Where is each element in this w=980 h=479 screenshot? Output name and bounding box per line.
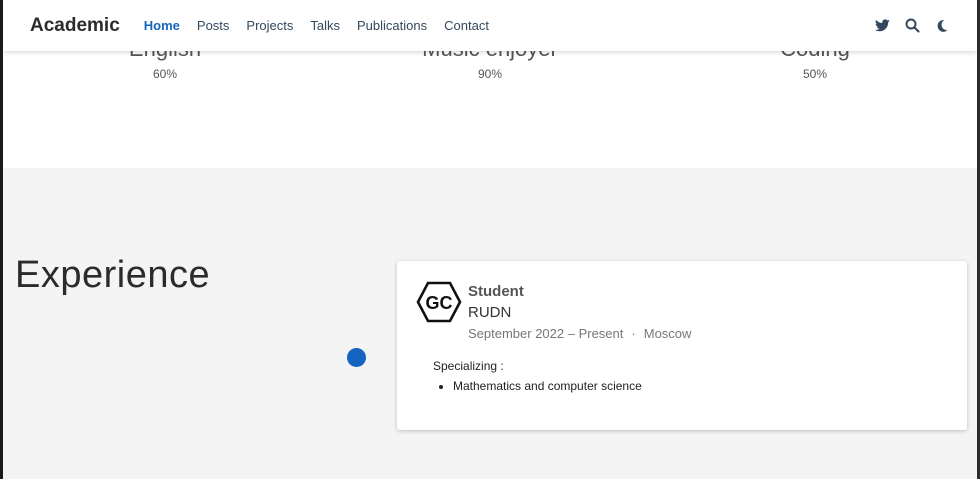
organization-logo: GC [416, 281, 462, 323]
description-item: Mathematics and computer science [453, 379, 642, 393]
logo-text: GC [426, 293, 453, 313]
skills-section: English 60% Music enjoyer 90% Coding 50% [3, 36, 977, 168]
nav-links: Home Posts Projects Talks Publications C… [144, 18, 506, 33]
nav-icons [860, 18, 950, 34]
job-meta: September 2022 – Present · Moscow [468, 326, 691, 341]
description-list: Mathematics and computer science [453, 379, 642, 393]
job-location: Moscow [643, 326, 692, 341]
experience-section: Experience GC Student RUDN September 202… [3, 168, 977, 479]
search-icon[interactable] [904, 18, 920, 34]
organization-name: RUDN [468, 304, 512, 321]
timeline-dot [347, 348, 366, 367]
job-dates: September 2022 – Present [468, 326, 624, 341]
section-title: Experience [15, 254, 211, 296]
skill-percent: 50% [802, 67, 828, 81]
nav-link-posts[interactable]: Posts [197, 18, 230, 33]
moon-icon[interactable] [934, 18, 950, 34]
nav-link-publications[interactable]: Publications [357, 18, 427, 33]
experience-card: GC Student RUDN September 2022 – Present… [397, 261, 967, 430]
top-navbar: Academic Home Posts Projects Talks Publi… [3, 0, 977, 51]
job-title: Student [468, 283, 524, 300]
nav-link-contact[interactable]: Contact [444, 18, 489, 33]
site-brand[interactable]: Academic [30, 15, 120, 37]
nav-link-projects[interactable]: Projects [246, 18, 293, 33]
nav-link-talks[interactable]: Talks [310, 18, 340, 33]
job-description: Specializing : Mathematics and computer … [433, 359, 642, 393]
twitter-icon[interactable] [874, 18, 890, 34]
window-left-edge [0, 0, 3, 479]
skill-percent: 60% [152, 67, 178, 81]
skill-percent: 90% [477, 67, 503, 81]
nav-link-home[interactable]: Home [144, 18, 180, 33]
meta-separator: · [631, 326, 636, 341]
description-heading: Specializing : [433, 359, 504, 373]
